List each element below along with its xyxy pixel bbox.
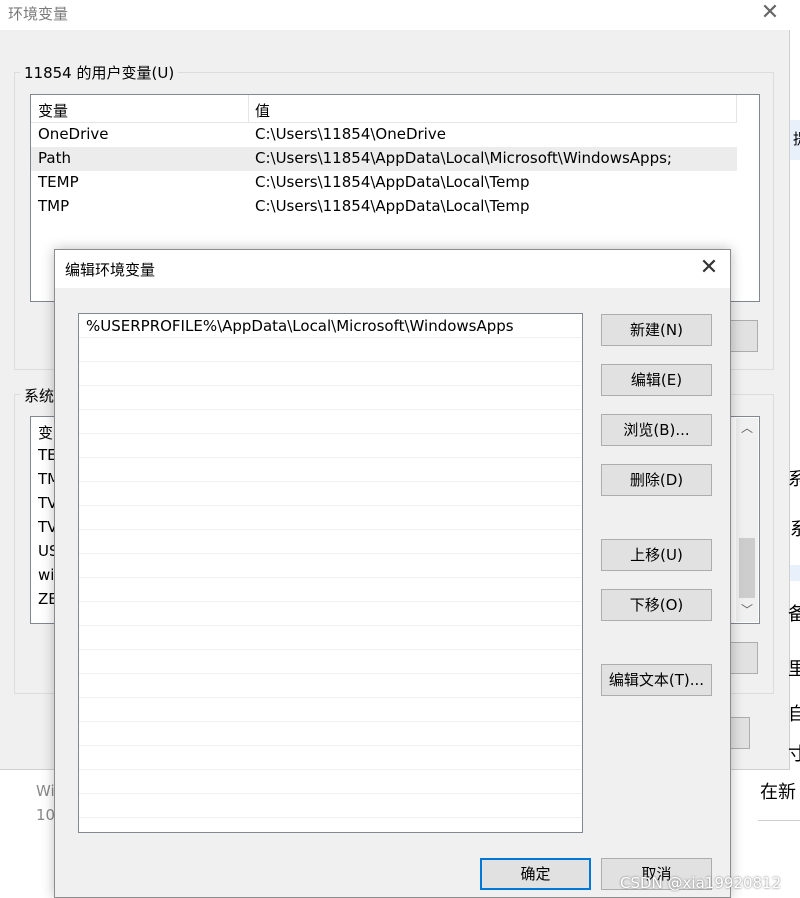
empty-row[interactable] bbox=[79, 722, 582, 746]
empty-row[interactable] bbox=[79, 650, 582, 674]
empty-row[interactable] bbox=[79, 506, 582, 530]
system-vars-button-partial[interactable] bbox=[728, 642, 758, 674]
right-edge-text: 自 bbox=[788, 704, 800, 725]
outer-titlebar: 环境变量 ✕ bbox=[0, 0, 790, 30]
move-down-button[interactable]: 下移(O) bbox=[601, 589, 712, 621]
empty-row[interactable] bbox=[79, 770, 582, 794]
col-header-variable[interactable]: 变量 bbox=[38, 100, 68, 121]
scrollbar-thumb[interactable] bbox=[739, 538, 755, 598]
right-edge-text: 在新 bbox=[760, 782, 796, 803]
scroll-down-icon[interactable]: ﹀ bbox=[736, 600, 758, 620]
empty-row[interactable] bbox=[79, 602, 582, 626]
right-edge-text: 寸 bbox=[788, 744, 800, 765]
scroll-up-icon[interactable]: ︿ bbox=[736, 418, 758, 438]
empty-row[interactable] bbox=[79, 482, 582, 506]
empty-row[interactable] bbox=[79, 578, 582, 602]
empty-row[interactable] bbox=[79, 530, 582, 554]
table-row[interactable]: TMP C:\Users\11854\AppData\Local\Temp bbox=[31, 195, 737, 219]
column-divider[interactable] bbox=[248, 95, 249, 123]
empty-row[interactable] bbox=[79, 362, 582, 386]
dialog-titlebar: 编辑环境变量 ✕ bbox=[55, 250, 730, 288]
dialog-close-icon[interactable]: ✕ bbox=[697, 257, 721, 281]
var-name: TMP bbox=[38, 197, 70, 215]
path-entries-list[interactable]: %USERPROFILE%\AppData\Local\Microsoft\Wi… bbox=[78, 313, 583, 833]
empty-row[interactable] bbox=[79, 410, 582, 434]
right-window-edge bbox=[790, 565, 800, 581]
column-divider[interactable] bbox=[736, 95, 737, 123]
var-name: OneDrive bbox=[38, 125, 109, 143]
empty-row[interactable] bbox=[79, 386, 582, 410]
col-header-value[interactable]: 值 bbox=[255, 100, 270, 121]
user-vars-label: 11854 的用户变量(U) bbox=[20, 62, 179, 83]
edit-env-var-dialog: 编辑环境变量 ✕ %USERPROFILE%\AppData\Local\Mic… bbox=[54, 249, 731, 898]
table-row[interactable]: TEMP C:\Users\11854\AppData\Local\Temp bbox=[31, 171, 737, 195]
empty-row[interactable] bbox=[79, 746, 582, 770]
outer-window-title: 环境变量 bbox=[8, 5, 69, 23]
table-row[interactable]: OneDrive C:\Users\11854\OneDrive bbox=[31, 123, 737, 147]
right-edge-text: 里 bbox=[788, 659, 800, 680]
system-vars-label: 系统 bbox=[20, 385, 59, 406]
table-header: 变量 值 bbox=[31, 95, 737, 123]
empty-row[interactable] bbox=[79, 794, 582, 818]
var-value: C:\Users\11854\AppData\Local\Temp bbox=[255, 197, 530, 215]
empty-row[interactable] bbox=[79, 554, 582, 578]
right-edge-text: 提 bbox=[793, 128, 800, 149]
path-entry-text: %USERPROFILE%\AppData\Local\Microsoft\Wi… bbox=[86, 317, 514, 335]
new-button[interactable]: 新建(N) bbox=[601, 314, 712, 346]
edit-button[interactable]: 编辑(E) bbox=[601, 364, 712, 396]
user-vars-button-partial[interactable] bbox=[728, 320, 758, 352]
empty-row[interactable] bbox=[79, 698, 582, 722]
browse-button[interactable]: 浏览(B)... bbox=[601, 414, 712, 446]
var-value: C:\Users\11854\OneDrive bbox=[255, 125, 446, 143]
empty-row[interactable] bbox=[79, 458, 582, 482]
system-vars-scrollbar[interactable]: ︿ ﹀ bbox=[736, 418, 758, 622]
empty-row[interactable] bbox=[79, 338, 582, 362]
empty-row[interactable] bbox=[79, 434, 582, 458]
table-row-selected[interactable]: Path C:\Users\11854\AppData\Local\Micros… bbox=[31, 147, 737, 171]
empty-row[interactable] bbox=[79, 674, 582, 698]
var-value: C:\Users\11854\AppData\Local\Temp bbox=[255, 173, 530, 191]
move-up-button[interactable]: 上移(U) bbox=[601, 539, 712, 571]
watermark-text: CSDN @xia19920812 bbox=[620, 874, 782, 892]
ok-button[interactable]: 确定 bbox=[480, 858, 591, 890]
sys-var-name: 变 bbox=[38, 424, 54, 442]
background-text: Wi bbox=[36, 782, 55, 800]
path-entry-row[interactable]: %USERPROFILE%\AppData\Local\Microsoft\Wi… bbox=[79, 314, 582, 338]
right-edge-text: 系 bbox=[790, 519, 800, 540]
var-value: C:\Users\11854\AppData\Local\Microsoft\W… bbox=[255, 149, 672, 167]
right-edge-text: 备 bbox=[788, 604, 800, 625]
edit-text-button[interactable]: 编辑文本(T)... bbox=[601, 664, 712, 696]
outer-close-icon[interactable]: ✕ bbox=[758, 2, 782, 26]
delete-button[interactable]: 删除(D) bbox=[601, 464, 712, 496]
outer-ok-button-partial[interactable] bbox=[728, 717, 750, 749]
right-edge-text: 系 bbox=[788, 469, 800, 490]
empty-row[interactable] bbox=[79, 626, 582, 650]
var-name: TEMP bbox=[38, 173, 79, 191]
divider bbox=[758, 820, 800, 821]
sys-var-name: wi bbox=[38, 566, 55, 584]
var-name: Path bbox=[38, 149, 71, 167]
dialog-title: 编辑环境变量 bbox=[65, 261, 156, 279]
